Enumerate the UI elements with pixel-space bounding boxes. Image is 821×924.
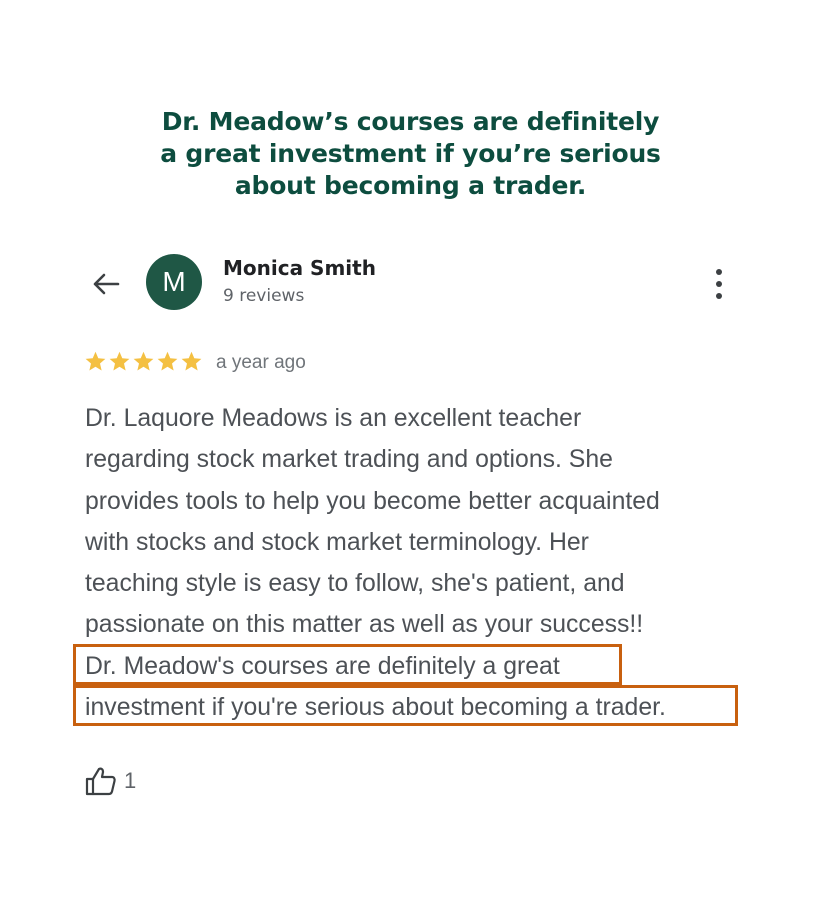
highlight-box xyxy=(73,685,738,726)
like-count: 1 xyxy=(124,768,137,793)
like-button[interactable]: 1 xyxy=(84,764,136,798)
review-text-line: provides tools to help you become better… xyxy=(85,487,660,515)
headline-line-1: Dr. Meadow’s courses are definitely xyxy=(161,107,660,136)
review-text-line: regarding stock market trading and optio… xyxy=(85,446,613,474)
star-icon xyxy=(157,351,178,371)
star-rating xyxy=(84,350,203,376)
star-icon xyxy=(181,351,202,371)
review-text-line: teaching style is easy to follow, she's … xyxy=(85,570,625,598)
headline: Dr. Meadow’s courses are definitely a gr… xyxy=(0,106,821,202)
review-text-line: passionate on this matter as well as you… xyxy=(85,611,644,639)
star-icon xyxy=(133,351,154,371)
reviewer-name[interactable]: Monica Smith xyxy=(223,256,376,280)
avatar-letter: M xyxy=(162,266,186,297)
star-icon xyxy=(109,351,130,371)
review-count: 9 reviews xyxy=(223,286,305,306)
review-date: a year ago xyxy=(216,352,306,373)
star-icon xyxy=(85,351,106,371)
review-text-line: Dr. Laquore Meadows is an excellent teac… xyxy=(85,405,582,432)
more-options-button[interactable] xyxy=(708,266,730,302)
back-button[interactable] xyxy=(88,266,124,302)
more-vertical-icon xyxy=(716,269,722,299)
avatar[interactable]: M xyxy=(146,254,202,310)
headline-line-3: about becoming a trader. xyxy=(234,171,587,200)
highlight-box xyxy=(73,644,622,685)
thumbs-up-icon xyxy=(85,767,116,796)
review-text-line: with stocks and stock market terminology… xyxy=(85,528,589,556)
headline-line-2: a great investment if you’re serious xyxy=(160,139,661,168)
arrow-left-icon xyxy=(93,273,120,295)
